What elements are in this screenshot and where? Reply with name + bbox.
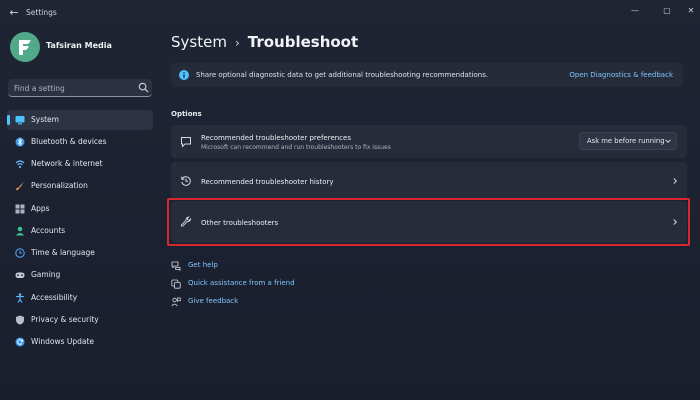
minimize-icon[interactable]: — xyxy=(626,4,644,18)
dropdown-value: Ask me before running xyxy=(587,137,665,145)
sidebar-item-apps[interactable]: Apps xyxy=(7,199,153,219)
sidebar-item-personalization[interactable]: Personalization xyxy=(7,176,153,196)
sidebar-item-label: Network & internet xyxy=(31,159,103,168)
highlight-box xyxy=(167,198,690,246)
avatar[interactable] xyxy=(10,32,40,62)
link-label: Give feedback xyxy=(188,297,239,305)
gaming-icon xyxy=(15,272,25,278)
sidebar-item-network[interactable]: Network & internet xyxy=(7,154,153,174)
sidebar-item-accessibility[interactable]: Accessibility xyxy=(7,288,153,308)
close-icon[interactable]: ✕ xyxy=(682,4,700,18)
troubleshooter-history-card[interactable]: Recommended troubleshooter history xyxy=(171,162,687,199)
sidebar-item-label: Privacy & security xyxy=(31,315,99,324)
accessibility-icon xyxy=(16,293,24,303)
search-box[interactable] xyxy=(8,79,152,97)
sidebar-item-label: Accessibility xyxy=(31,293,78,302)
title-bar: ← Settings — ▢ ✕ xyxy=(0,0,700,26)
selection-indicator xyxy=(7,115,10,125)
options-heading: Options xyxy=(171,110,202,118)
search-input[interactable] xyxy=(14,82,130,94)
sidebar-item-label: Accounts xyxy=(31,226,66,235)
search-icon[interactable] xyxy=(138,82,149,93)
sidebar-item-label: Personalization xyxy=(31,181,88,190)
settings-window: ← Settings — ▢ ✕ Tafsiran Media System B… xyxy=(0,0,700,400)
feedback-icon xyxy=(171,297,181,307)
system-icon xyxy=(15,116,25,125)
diagnostic-banner: Share optional diagnostic data to get ad… xyxy=(171,63,683,87)
sidebar-item-bluetooth[interactable]: Bluetooth & devices xyxy=(7,132,153,152)
quick-assist-icon xyxy=(171,279,181,289)
accounts-icon xyxy=(15,226,25,236)
back-arrow-icon[interactable]: ← xyxy=(6,5,22,21)
update-icon xyxy=(15,337,25,347)
sidebar-item-windows-update[interactable]: Windows Update xyxy=(7,332,153,352)
run-preference-dropdown[interactable]: Ask me before running xyxy=(579,132,677,150)
sidebar-item-label: System xyxy=(31,115,59,124)
profile-name: Tafsiran Media xyxy=(46,41,112,50)
breadcrumb-parent[interactable]: System xyxy=(171,33,227,51)
sidebar-item-label: Windows Update xyxy=(31,337,95,346)
sidebar-item-time-language[interactable]: Time & language xyxy=(7,243,153,263)
time-language-icon xyxy=(15,248,25,258)
chat-bubble-icon xyxy=(181,137,191,148)
profile-logo-icon xyxy=(19,40,31,55)
link-label: Quick assistance from a friend xyxy=(188,279,295,287)
help-icon xyxy=(171,261,181,271)
banner-text: Share optional diagnostic data to get ad… xyxy=(196,71,489,79)
chevron-right-icon xyxy=(673,178,678,184)
history-icon xyxy=(181,176,191,186)
link-label: Get help xyxy=(188,261,218,269)
sidebar-item-label: Time & language xyxy=(31,248,95,257)
sidebar-item-gaming[interactable]: Gaming xyxy=(7,265,153,285)
sidebar-item-system[interactable]: System xyxy=(7,110,153,130)
sidebar-item-privacy-security[interactable]: Privacy & security xyxy=(7,310,153,330)
apps-icon xyxy=(15,204,25,214)
chevron-down-icon xyxy=(665,139,671,144)
network-icon xyxy=(15,160,25,169)
card-subtitle: Microsoft can recommend and run troubles… xyxy=(201,144,391,151)
sidebar-item-label: Bluetooth & devices xyxy=(31,137,107,146)
bluetooth-icon xyxy=(15,137,25,147)
breadcrumb-separator: › xyxy=(234,36,240,50)
recommended-preferences-card[interactable]: Recommended troubleshooter preferences M… xyxy=(171,125,687,158)
breadcrumb: System › Troubleshoot xyxy=(171,33,358,51)
sidebar-item-label: Apps xyxy=(31,204,50,213)
open-diagnostics-link[interactable]: Open Diagnostics & feedback xyxy=(569,71,673,79)
info-icon xyxy=(179,70,189,80)
app-title: Settings xyxy=(26,8,57,17)
card-title: Recommended troubleshooter history xyxy=(201,178,334,186)
page-title: Troubleshoot xyxy=(247,33,359,51)
shield-icon xyxy=(16,315,24,325)
sidebar-item-label: Gaming xyxy=(31,270,61,279)
card-title: Recommended troubleshooter preferences xyxy=(201,134,351,142)
sidebar-item-accounts[interactable]: Accounts xyxy=(7,221,153,241)
maximize-icon[interactable]: ▢ xyxy=(658,4,676,18)
brush-icon xyxy=(16,181,24,191)
